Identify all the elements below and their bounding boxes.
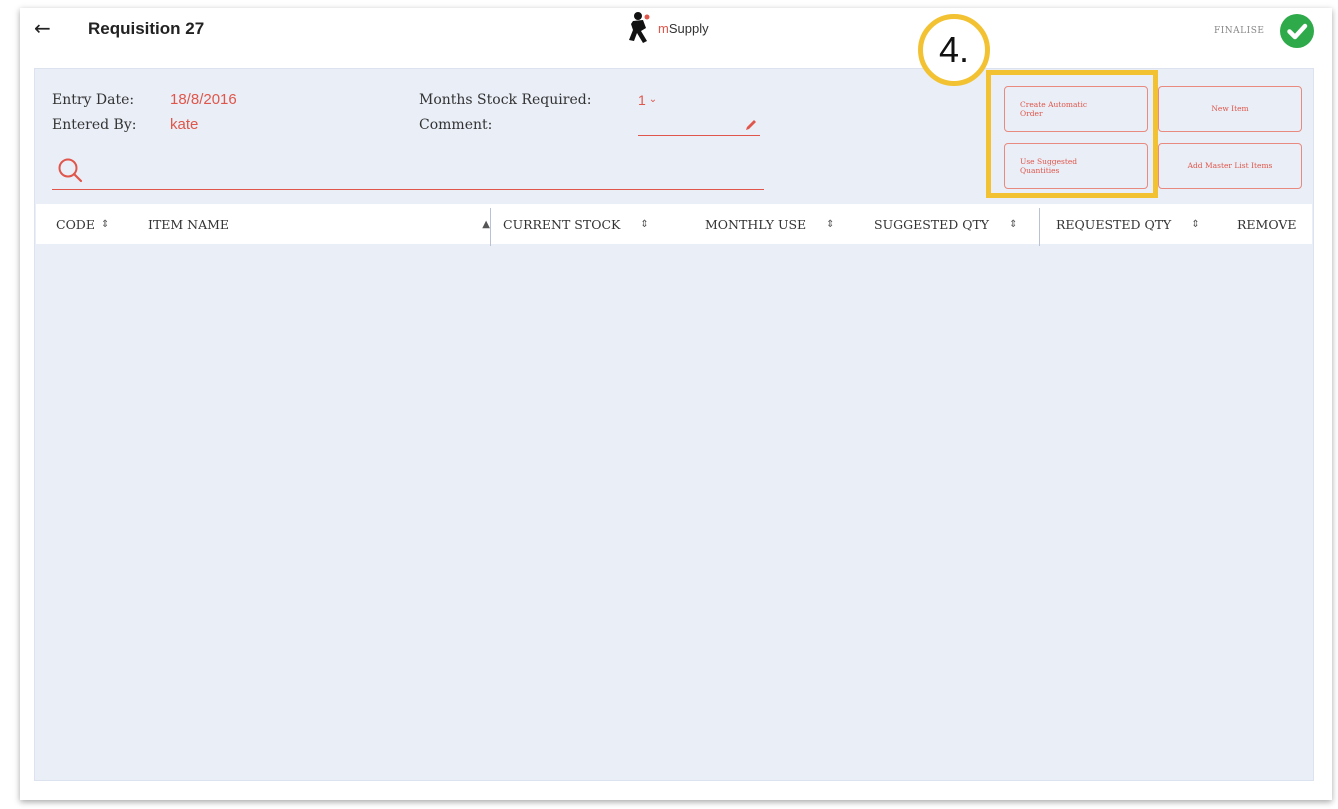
create-automatic-order-label: Create Automatic Order (1020, 99, 1088, 118)
new-item-button[interactable]: New Item (1158, 86, 1302, 132)
msupply-logo: mSupply (627, 10, 709, 46)
pencil-icon[interactable] (744, 118, 758, 132)
search-input[interactable] (92, 158, 752, 184)
add-master-list-items-label: Add Master List Items (1187, 161, 1273, 171)
months-stock-label: Months Stock Required: (419, 92, 592, 108)
column-label: CURRENT STOCK (503, 216, 621, 232)
column-divider (490, 208, 491, 246)
new-item-label: New Item (1211, 104, 1249, 114)
column-label: ITEM NAME (148, 216, 230, 232)
comment-field[interactable] (638, 114, 760, 136)
table-header: CODE ⇕ ITEM NAME ▲ CURRENT STOCK ⇕ MONTHLY … (36, 204, 1312, 246)
column-label: MONTHLY USE (705, 216, 807, 232)
logo-text: mSupply (658, 20, 709, 36)
page-title: Requisition 27 (88, 19, 205, 38)
column-header-remove: REMOVE (1237, 204, 1297, 244)
column-header-current-stock[interactable]: CURRENT STOCK ⇕ (503, 204, 649, 244)
entry-date-value: 18/8/2016 (170, 91, 237, 108)
use-suggested-quantities-label: Use Suggested Quantities (1020, 156, 1078, 175)
sort-icon: ⇕ (826, 218, 835, 230)
entry-date-label: Entry Date: (52, 92, 135, 108)
arrow-left-icon[interactable]: ← (34, 18, 54, 38)
use-suggested-quantities-button[interactable]: Use Suggested Quantities (1004, 143, 1148, 189)
months-stock-value: 1 (638, 92, 646, 108)
column-header-suggested-qty[interactable]: SUGGESTED QTY ⇕ (874, 204, 1017, 244)
column-label: SUGGESTED QTY (874, 216, 990, 232)
column-label: REQUESTED QTY (1056, 216, 1172, 232)
column-header-monthly-use[interactable]: MONTHLY USE ⇕ (705, 204, 835, 244)
create-automatic-order-button[interactable]: Create Automatic Order (1004, 86, 1148, 132)
column-header-requested-qty[interactable]: REQUESTED QTY ⇕ (1056, 204, 1200, 244)
column-header-item-name[interactable]: ITEM NAME ▲ (148, 204, 490, 244)
runner-icon (629, 12, 650, 43)
months-stock-select[interactable]: 1 ⌄ (638, 92, 657, 108)
sort-icon: ⇕ (1009, 218, 1018, 230)
search-icon (58, 158, 83, 183)
entered-by-value: kate (170, 116, 199, 133)
finalise-label[interactable]: FINALISE (1214, 26, 1264, 36)
column-divider (1039, 208, 1040, 246)
column-header-code[interactable]: CODE ⇕ (56, 204, 109, 244)
chevron-down-icon: ⌄ (648, 94, 658, 105)
sort-icon: ⇕ (100, 218, 110, 230)
column-label: REMOVE (1237, 216, 1297, 232)
sort-ascending-icon: ▲ (482, 218, 490, 230)
add-master-list-items-button[interactable]: Add Master List Items (1158, 143, 1302, 189)
search-bar[interactable] (52, 152, 764, 190)
column-label: CODE (56, 216, 95, 232)
comment-label: Comment: (419, 117, 493, 133)
entered-by-label: Entered By: (52, 117, 137, 133)
sort-icon: ⇕ (1191, 218, 1200, 230)
sort-icon: ⇕ (640, 218, 649, 230)
check-circle-icon[interactable] (1280, 14, 1314, 48)
